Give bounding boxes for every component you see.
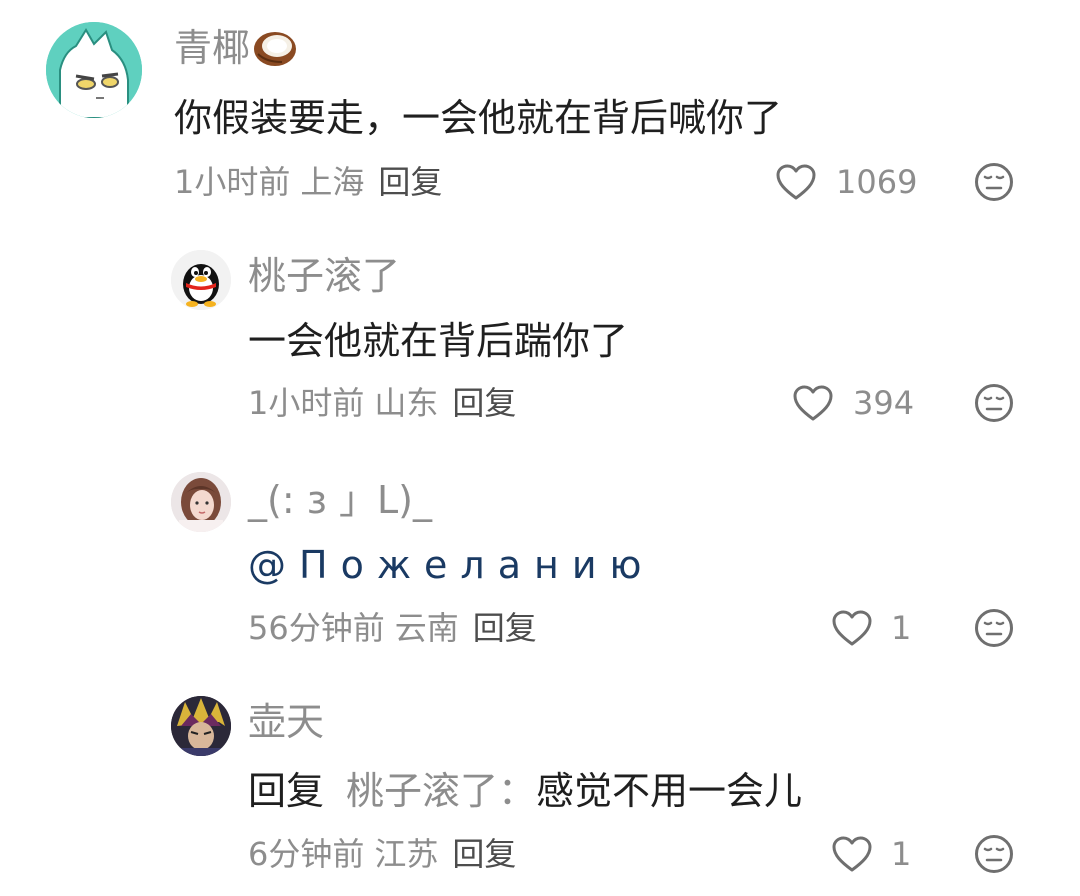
heart-outline-icon[interactable]: [831, 609, 873, 647]
coconut-emoji-icon: [254, 31, 297, 66]
white-cat-avatar[interactable]: [46, 22, 142, 118]
comment-username[interactable]: _(: з 」L)_: [248, 478, 432, 522]
comment-time: 1小时前: [248, 384, 365, 422]
like-count: 1069: [836, 163, 918, 201]
meh-face-icon[interactable]: [974, 834, 1014, 874]
comment-location: 上海: [300, 163, 365, 201]
reply-target-username[interactable]: 桃子滚了：: [346, 769, 536, 813]
comment-item: 青椰 你假装要走，一会他就在背后喊你了 1小时前 上海 回复 1069: [0, 0, 1080, 220]
mention-link[interactable]: @Пожеланию: [248, 543, 655, 587]
comment-text: 一会他就在背后踹你了: [248, 319, 629, 363]
reply-item: 桃子滚了 一会他就在背后踹你了 1小时前 山东 回复 394: [0, 240, 1080, 440]
comment-text: 你假装要走，一会他就在背后喊你了: [174, 96, 783, 140]
reply-button[interactable]: 回复: [452, 835, 516, 873]
comment-text: @Пожеланию: [248, 542, 655, 588]
like-count: 1: [891, 609, 912, 647]
reply-item: _(: з 」L)_ @Пожеланию 56分钟前 云南 回复 1: [0, 460, 1080, 670]
comment-time: 6分钟前: [248, 835, 365, 873]
reply-button[interactable]: 回复: [378, 163, 442, 201]
anime-character-avatar[interactable]: [171, 696, 231, 756]
heart-outline-icon[interactable]: [792, 384, 834, 422]
comment-location: 山东: [374, 384, 439, 422]
comment-meta: 1小时前 山东 回复: [248, 383, 516, 423]
meh-face-icon[interactable]: [974, 383, 1014, 423]
comment-username[interactable]: 青椰: [174, 26, 298, 70]
comment-username[interactable]: 壶天: [248, 700, 324, 744]
meh-face-icon[interactable]: [974, 162, 1014, 202]
penguin-avatar[interactable]: [171, 250, 231, 310]
like-count: 1: [891, 835, 912, 873]
girl-photo-avatar[interactable]: [171, 472, 231, 532]
meh-face-icon[interactable]: [974, 608, 1014, 648]
comment-time: 56分钟前: [248, 609, 385, 647]
comment-username[interactable]: 桃子滚了: [248, 254, 400, 298]
heart-outline-icon[interactable]: [775, 163, 817, 201]
reply-prefix: 回复: [248, 769, 325, 813]
like-count: 394: [853, 384, 915, 422]
comment-meta: 1小时前 上海 回复: [174, 162, 442, 202]
username-text[interactable]: 青椰: [174, 26, 250, 70]
comment-location: 云南: [394, 609, 459, 647]
comment-time: 1小时前: [174, 163, 291, 201]
reply-item: 壶天 回复 桃子滚了：感觉不用一会儿 6分钟前 江苏 回复 1: [0, 686, 1080, 896]
comment-meta: 6分钟前 江苏 回复: [248, 834, 516, 874]
heart-outline-icon[interactable]: [831, 835, 873, 873]
comment-location: 江苏: [374, 835, 439, 873]
comment-text: 回复 桃子滚了：感觉不用一会儿: [248, 768, 802, 814]
comment-meta: 56分钟前 云南 回复: [248, 608, 537, 648]
reply-button[interactable]: 回复: [473, 609, 537, 647]
reply-button[interactable]: 回复: [452, 384, 516, 422]
reply-content: 感觉不用一会儿: [536, 769, 803, 813]
